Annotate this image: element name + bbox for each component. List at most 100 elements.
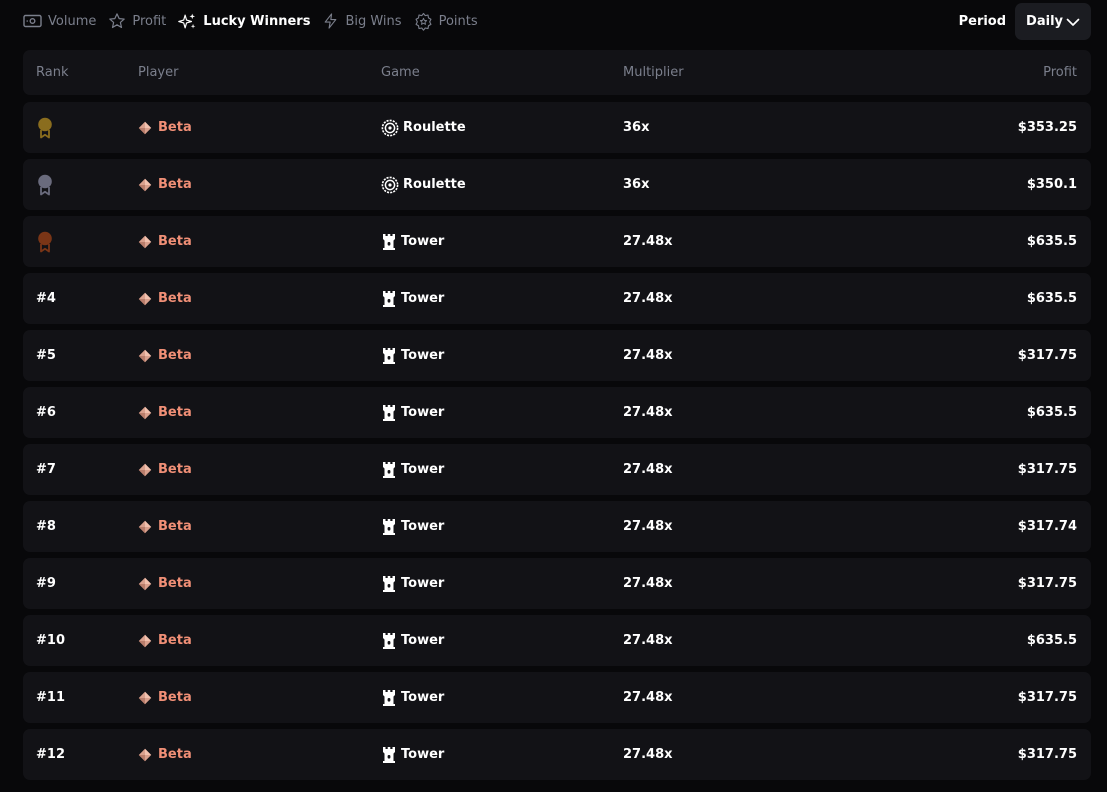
row-player[interactable]: Beta	[138, 216, 192, 267]
row-rank: #5	[36, 330, 56, 381]
row-player[interactable]: Beta	[138, 558, 192, 609]
row-multiplier: 27.48x	[623, 576, 673, 591]
tab-points[interactable]: Points	[414, 12, 478, 31]
row-rank: #4	[36, 273, 56, 324]
tab-big-wins[interactable]: Big Wins	[322, 12, 402, 30]
row-game[interactable]: Tower	[381, 558, 444, 609]
row-game[interactable]: Tower	[381, 387, 444, 438]
row-multiplier: 27.48x	[623, 405, 673, 420]
tab-lucky-winners-label: Lucky Winners	[203, 13, 311, 29]
row-game[interactable]: Roulette	[381, 159, 466, 210]
player-name: Beta	[158, 633, 192, 648]
gem-icon	[138, 577, 152, 590]
player-name: Beta	[158, 690, 192, 705]
game-name: Tower	[401, 633, 445, 648]
tower-icon	[383, 518, 395, 535]
row-rank: #11	[36, 672, 65, 723]
rank-label: #10	[36, 633, 65, 648]
table-row: #6 Beta Tower 27.48x $635.5	[23, 387, 1091, 438]
period-selected-value: Daily	[1026, 14, 1063, 29]
tower-icon	[383, 575, 395, 592]
medal-bronze-icon	[38, 231, 52, 252]
row-player[interactable]: Beta	[138, 501, 192, 552]
row-game[interactable]: Tower	[381, 729, 444, 780]
tower-icon	[383, 632, 395, 649]
player-name: Beta	[158, 405, 192, 420]
row-profit: $635.5	[1026, 291, 1077, 306]
period-selector: Period Daily	[959, 3, 1091, 40]
gem-icon	[138, 121, 152, 134]
tower-icon	[383, 461, 395, 478]
game-name: Roulette	[403, 177, 466, 192]
row-multiplier: 27.48x	[623, 747, 673, 762]
game-name: Tower	[401, 405, 445, 420]
table-body: Beta Roulette 36x $353.25 Beta Roulette 36x $35…	[23, 102, 1091, 780]
row-game[interactable]: Tower	[381, 672, 444, 723]
game-name: Tower	[401, 234, 445, 249]
sparkles-icon	[178, 13, 196, 29]
row-game[interactable]: Tower	[381, 216, 444, 267]
row-player[interactable]: Beta	[138, 615, 192, 666]
tab-big-wins-label: Big Wins	[345, 13, 402, 29]
table-row: #9 Beta Tower 27.48x $317.75	[23, 558, 1091, 609]
rank-label: #6	[36, 405, 56, 420]
header-player: Player	[138, 65, 179, 80]
row-rank	[36, 159, 54, 210]
row-player[interactable]: Beta	[138, 672, 192, 723]
table-row: #12 Beta Tower 27.48x $317.75	[23, 729, 1091, 780]
row-rank: #10	[36, 615, 65, 666]
player-name: Beta	[158, 348, 192, 363]
game-name: Tower	[401, 291, 445, 306]
row-rank: #12	[36, 729, 65, 780]
gem-icon	[138, 178, 152, 191]
tower-icon	[383, 233, 395, 250]
leaderboard-tabs: Volume Profit Lucky Winners Big Wins Poi…	[23, 0, 490, 42]
player-name: Beta	[158, 120, 192, 135]
row-player[interactable]: Beta	[138, 444, 192, 495]
period-dropdown[interactable]: Daily	[1015, 3, 1091, 40]
row-multiplier: 27.48x	[623, 462, 673, 477]
tower-icon	[383, 689, 395, 706]
tab-volume[interactable]: Volume	[23, 14, 96, 29]
row-player[interactable]: Beta	[138, 729, 192, 780]
row-profit: $317.75	[1017, 690, 1077, 705]
row-game[interactable]: Tower	[381, 330, 444, 381]
tab-profit-label: Profit	[132, 13, 167, 29]
table-row: #11 Beta Tower 27.48x $317.75	[23, 672, 1091, 723]
table-header-row: Rank Player Game Multiplier Profit	[23, 50, 1091, 95]
row-player[interactable]: Beta	[138, 330, 192, 381]
row-rank: #8	[36, 501, 56, 552]
tower-icon	[383, 347, 395, 364]
row-profit: $635.5	[1026, 234, 1077, 249]
medal-gold-icon	[38, 117, 52, 138]
row-game[interactable]: Tower	[381, 615, 444, 666]
player-name: Beta	[158, 177, 192, 192]
leaderboard-table: Rank Player Game Multiplier Profit Beta R…	[23, 50, 1091, 786]
row-multiplier: 27.48x	[623, 234, 673, 249]
player-name: Beta	[158, 462, 192, 477]
row-game[interactable]: Tower	[381, 444, 444, 495]
row-player[interactable]: Beta	[138, 387, 192, 438]
row-multiplier: 36x	[623, 177, 650, 192]
star-icon	[109, 13, 126, 29]
header-game: Game	[381, 65, 420, 80]
tab-points-label: Points	[438, 13, 478, 29]
gem-icon	[138, 235, 152, 248]
rank-label: #8	[36, 519, 56, 534]
rank-label: #11	[36, 690, 65, 705]
row-player[interactable]: Beta	[138, 159, 192, 210]
row-rank: #7	[36, 444, 56, 495]
row-game[interactable]: Tower	[381, 501, 444, 552]
game-name: Tower	[401, 348, 445, 363]
tab-lucky-winners[interactable]: Lucky Winners	[178, 12, 310, 31]
row-player[interactable]: Beta	[138, 102, 192, 153]
rank-label: #12	[36, 747, 65, 762]
row-game[interactable]: Roulette	[381, 102, 466, 153]
tab-profit[interactable]: Profit	[108, 12, 166, 30]
header-rank: Rank	[36, 65, 69, 80]
gem-icon	[138, 349, 152, 362]
row-player[interactable]: Beta	[138, 273, 192, 324]
medal-silver-icon	[38, 174, 52, 195]
row-game[interactable]: Tower	[381, 273, 444, 324]
gem-icon	[138, 634, 152, 647]
